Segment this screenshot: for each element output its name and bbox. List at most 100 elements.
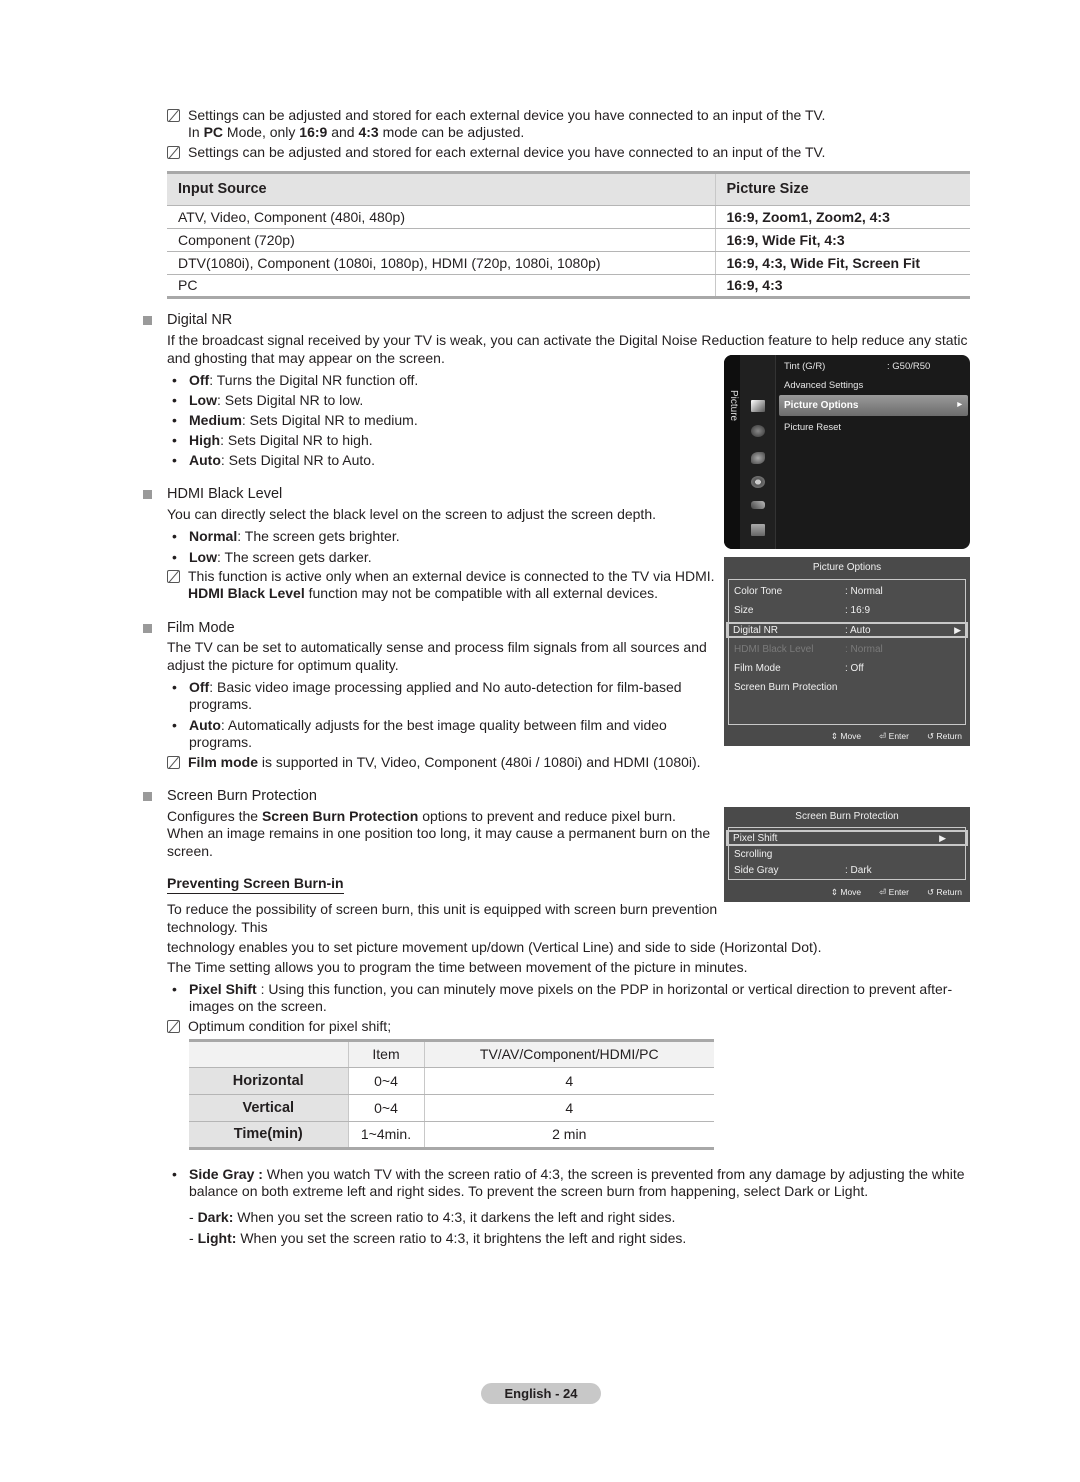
- panel-footer: ⇕ Move ⏎ Enter ↺ Return: [831, 882, 962, 902]
- picture-size-table: Input Source Picture Size ATV, Video, Co…: [167, 171, 970, 299]
- menu-item-picture-options[interactable]: Picture Options ▶: [779, 395, 968, 416]
- list-item: • Pixel Shift : Using this function, you …: [172, 981, 953, 1014]
- paragraph: The Time setting allows you to program t…: [167, 959, 748, 975]
- note-icon: [167, 146, 180, 159]
- return-icon: ↺: [926, 731, 935, 741]
- page-number: English - 24: [481, 1383, 601, 1404]
- bullet-square-icon: [143, 316, 152, 325]
- option-scrolling[interactable]: Scrolling: [730, 847, 964, 863]
- paragraph: To reduce the possibility of screen burn…: [167, 901, 718, 917]
- menu-tab: [724, 355, 740, 549]
- table-row: PC 16:9, 4:3: [167, 274, 970, 299]
- enter-icon: ⏎: [879, 887, 887, 897]
- chevron-right-icon: ▶: [957, 402, 962, 408]
- paragraph: You can directly select the black level …: [167, 506, 657, 522]
- option-color-tone[interactable]: Color Tone: Normal: [730, 584, 964, 600]
- option-hdmi-black-level: HDMI Black Level: Normal: [734, 644, 883, 655]
- setup-gear-icon: [751, 476, 765, 488]
- move-hint: ⇕ Move: [830, 887, 862, 897]
- move-hint: ⇕ Move: [830, 731, 862, 741]
- menu-icon-column: [740, 355, 776, 549]
- bullet-square-icon: [143, 792, 152, 801]
- screen-burn-panel: Screen Burn Protection Pixel Shift ▶ Scro…: [724, 807, 970, 902]
- paragraph: When an image remains in one position to…: [167, 825, 711, 841]
- section-heading-hdmi-black-level: HDMI Black Level: [143, 486, 282, 503]
- section-heading-film-mode: Film Mode: [143, 620, 235, 637]
- panel-title: Screen Burn Protection: [795, 811, 899, 822]
- option-size[interactable]: Size: 16:9: [730, 603, 964, 619]
- list-item: • Auto: Sets Digital NR to Auto.: [172, 452, 375, 468]
- pixel-shift-table: Item TV/AV/Component/HDMI/PC Horizontal 0…: [189, 1039, 714, 1150]
- option-screen-burn-protection[interactable]: Screen Burn Protection: [730, 680, 964, 696]
- menu-item-tint[interactable]: Tint (G/R): G50/R50: [784, 358, 930, 375]
- table-row: Component (720p) 16:9, Wide Fit, 4:3: [167, 228, 970, 252]
- updown-icon: ⇕: [830, 731, 838, 741]
- note-settings-stored: Settings can be adjusted and stored for …: [167, 107, 825, 141]
- return-hint: ↺ Return: [926, 731, 962, 741]
- table-header: Input Source: [167, 171, 715, 206]
- section-heading-digital-nr: Digital NR: [143, 312, 232, 329]
- note-pixel-shift: Optimum condition for pixel shift;: [167, 1018, 391, 1035]
- picture-options-panel: Picture Options Color Tone: Normal Size:…: [724, 557, 970, 746]
- paragraph: Configures the Screen Burn Protection op…: [167, 808, 676, 824]
- sub-list-item: - Light: When you set the screen ratio t…: [189, 1230, 687, 1246]
- menu-item-advanced-settings[interactable]: Advanced Settings: [784, 377, 863, 394]
- note-film-mode: Film mode is supported in TV, Video, Com…: [167, 754, 701, 771]
- note-icon: [167, 570, 180, 583]
- paragraph: and ghosting that may appear on the scre…: [167, 350, 445, 366]
- paragraph: technology enables you to set picture mo…: [167, 939, 822, 955]
- play-arrow-icon: ▶: [939, 833, 946, 843]
- note-icon: [167, 1020, 180, 1033]
- paragraph: The TV can be set to automatically sense…: [167, 639, 707, 655]
- bullet-square-icon: [143, 624, 152, 633]
- play-arrow-icon: ▶: [954, 625, 961, 635]
- enter-icon: ⏎: [879, 731, 887, 741]
- application-icon: [751, 524, 765, 536]
- list-item: • Off: Turns the Digital NR function off.: [172, 372, 419, 388]
- list-item: • Low: The screen gets darker.: [172, 549, 372, 565]
- subheading: Preventing Screen Burn-in: [167, 875, 344, 894]
- option-digital-nr[interactable]: Digital NR: Auto ▶: [726, 622, 968, 638]
- table-corner-cell: [189, 1039, 348, 1068]
- paragraph: adjust the picture for optimum quality.: [167, 657, 399, 673]
- return-icon: ↺: [926, 887, 935, 897]
- list-item: • Medium: Sets Digital NR to medium.: [172, 412, 418, 428]
- panel-footer: ⇕ Move ⏎ Enter ↺ Return: [831, 726, 962, 746]
- channel-icon: [751, 452, 765, 464]
- note-hdmi: This function is active only when an ext…: [167, 568, 715, 602]
- note-icon: [167, 109, 180, 122]
- option-side-gray[interactable]: Side Gray: Dark: [730, 863, 964, 879]
- return-hint: ↺ Return: [926, 887, 962, 897]
- menu-item-picture-reset[interactable]: Picture Reset: [784, 419, 841, 436]
- table-header: Item: [347, 1039, 424, 1068]
- bullet-square-icon: [143, 490, 152, 499]
- panel-title: Picture Options: [812, 562, 882, 573]
- list-item: • Low: Sets Digital NR to low.: [172, 392, 364, 408]
- list-item: • Normal: The screen gets brighter.: [172, 528, 400, 544]
- note-icon: [167, 756, 180, 769]
- table-row: Vertical 0~4 4: [189, 1094, 714, 1122]
- table-row: DTV(1080i), Component (1080i, 1080p), HD…: [167, 251, 970, 275]
- option-film-mode[interactable]: Film Mode: Off: [730, 661, 964, 677]
- list-item: • Auto: Automatically adjusts for the bes…: [172, 717, 667, 750]
- table-row: Time(min) 1~4min. 2 min: [189, 1121, 714, 1150]
- picture-menu-screenshot: Picture Tint (G/R): G50/R50 Advanced Set…: [724, 355, 970, 549]
- paragraph: If the broadcast signal received by your…: [167, 332, 968, 348]
- sub-list-item: - Dark: When you set the screen ratio to…: [189, 1209, 676, 1225]
- updown-icon: ⇕: [830, 887, 838, 897]
- sound-icon: [751, 425, 765, 437]
- list-item: • High: Sets Digital NR to high.: [172, 432, 373, 448]
- table-header: Picture Size: [714, 171, 970, 206]
- list-item: • Off: Basic video image processing appli…: [172, 679, 682, 712]
- option-pixel-shift[interactable]: Pixel Shift ▶: [726, 830, 968, 846]
- enter-hint: ⏎ Enter: [879, 887, 909, 897]
- note-settings-stored-2: Settings can be adjusted and stored for …: [167, 144, 825, 161]
- picture-icon: [751, 400, 765, 412]
- paragraph: screen.: [167, 843, 213, 859]
- table-row: ATV, Video, Component (480i, 480p) 16:9, …: [167, 205, 970, 229]
- table-header: TV/AV/Component/HDMI/PC: [423, 1039, 714, 1068]
- list-item: • Side Gray : When you watch TV with the …: [172, 1166, 965, 1199]
- enter-hint: ⏎ Enter: [879, 731, 909, 741]
- input-icon: [751, 501, 765, 509]
- paragraph: technology. This: [167, 919, 268, 935]
